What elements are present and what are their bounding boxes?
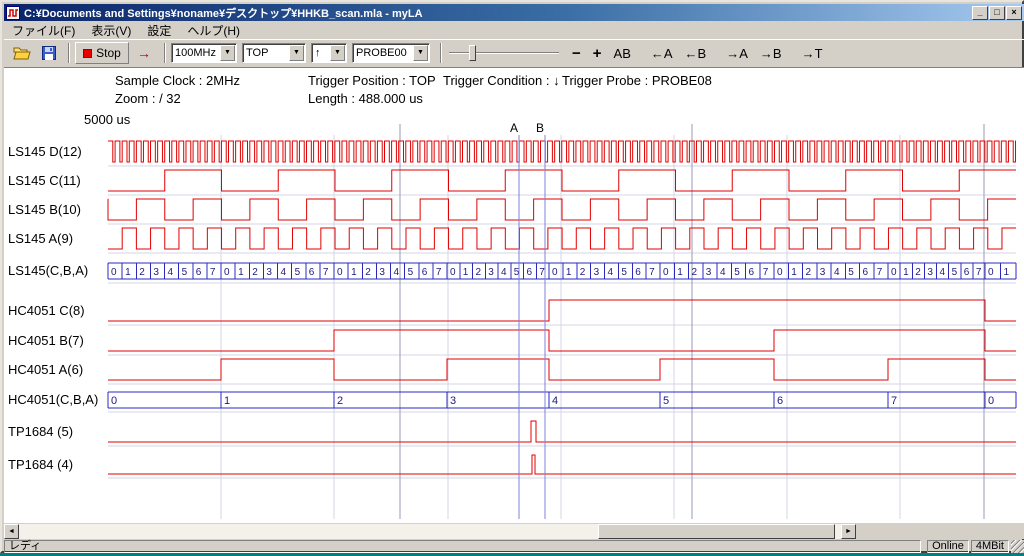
zoom-slider[interactable]: [449, 43, 559, 63]
zoom-slider-thumb[interactable]: [469, 45, 476, 61]
toolbar: Stop → 100MHz ▼ TOP ▼ ↑ ▼ PROBE00 ▼ − + …: [4, 39, 1024, 68]
close-button[interactable]: ×: [1006, 6, 1022, 20]
trigger-probe-select[interactable]: PROBE00 ▼: [352, 43, 430, 63]
logic-analyzer-window: C:¥Documents and Settings¥noname¥デスクトップ¥…: [0, 0, 1024, 553]
run-arrow-icon: →: [137, 45, 151, 61]
maximize-button[interactable]: □: [989, 6, 1005, 20]
status-online: Online: [927, 540, 969, 553]
zoom-slider-track: [449, 52, 559, 54]
sample-clock-value: 100MHz: [172, 47, 219, 59]
scrollbar-thumb[interactable]: [598, 524, 835, 539]
ab-range-button[interactable]: AB: [609, 44, 636, 63]
goto-b-left-button[interactable]: ←B: [680, 44, 712, 63]
run-button[interactable]: →: [131, 42, 157, 64]
open-file-button[interactable]: [9, 42, 34, 64]
chevron-down-icon[interactable]: ▼: [413, 45, 428, 61]
menu-settings[interactable]: 設定: [139, 20, 179, 41]
scrollbar-strip: ◄ ►: [4, 523, 1024, 539]
toolbar-separator: [68, 43, 70, 63]
minimize-button[interactable]: _: [972, 6, 988, 20]
save-file-button[interactable]: [36, 42, 61, 64]
trigger-position-value: TOP: [243, 47, 288, 59]
zoom-in-button[interactable]: +: [588, 43, 607, 64]
goto-a-left-button[interactable]: ←A: [646, 44, 678, 63]
chevron-down-icon[interactable]: ▼: [330, 45, 345, 61]
sample-clock-select[interactable]: 100MHz ▼: [171, 43, 237, 63]
stop-button[interactable]: Stop: [75, 42, 129, 64]
status-memory: 4MBit: [971, 540, 1009, 553]
titlebar[interactable]: C:¥Documents and Settings¥noname¥デスクトップ¥…: [4, 4, 1024, 21]
open-folder-icon: [13, 46, 31, 60]
toolbar-separator: [440, 43, 442, 63]
trigger-edge-value: ↑: [312, 47, 329, 59]
floppy-disk-icon: [42, 46, 56, 60]
status-ready: レディ: [4, 540, 921, 553]
trigger-probe-value: PROBE00: [353, 47, 412, 59]
statusbar: レディ Online 4MBit: [4, 539, 1024, 553]
waveform-client-area[interactable]: [4, 68, 1024, 523]
resize-grip[interactable]: [1011, 540, 1024, 553]
window-title: C:¥Documents and Settings¥noname¥デスクトップ¥…: [24, 5, 971, 21]
menu-file[interactable]: ファイル(F): [4, 20, 83, 41]
horizontal-scrollbar[interactable]: ◄ ►: [4, 524, 856, 539]
stop-label: Stop: [96, 46, 121, 60]
menu-help[interactable]: ヘルプ(H): [179, 20, 248, 41]
menu-view[interactable]: 表示(V): [83, 20, 139, 41]
chevron-down-icon[interactable]: ▼: [289, 45, 304, 61]
goto-a-right-button[interactable]: →A: [721, 44, 753, 63]
chevron-down-icon[interactable]: ▼: [220, 45, 235, 61]
scroll-right-button[interactable]: ►: [841, 524, 856, 539]
trigger-position-select[interactable]: TOP ▼: [242, 43, 306, 63]
menubar: ファイル(F) 表示(V) 設定 ヘルプ(H): [4, 21, 1024, 39]
zoom-out-button[interactable]: −: [567, 43, 586, 64]
toolbar-separator: [164, 43, 166, 63]
app-icon: [6, 6, 20, 20]
scroll-left-button[interactable]: ◄: [4, 524, 19, 539]
goto-trigger-button[interactable]: →T: [797, 44, 828, 63]
stop-icon: [83, 49, 92, 58]
trigger-edge-select[interactable]: ↑ ▼: [311, 43, 347, 63]
goto-b-right-button[interactable]: →B: [755, 44, 787, 63]
